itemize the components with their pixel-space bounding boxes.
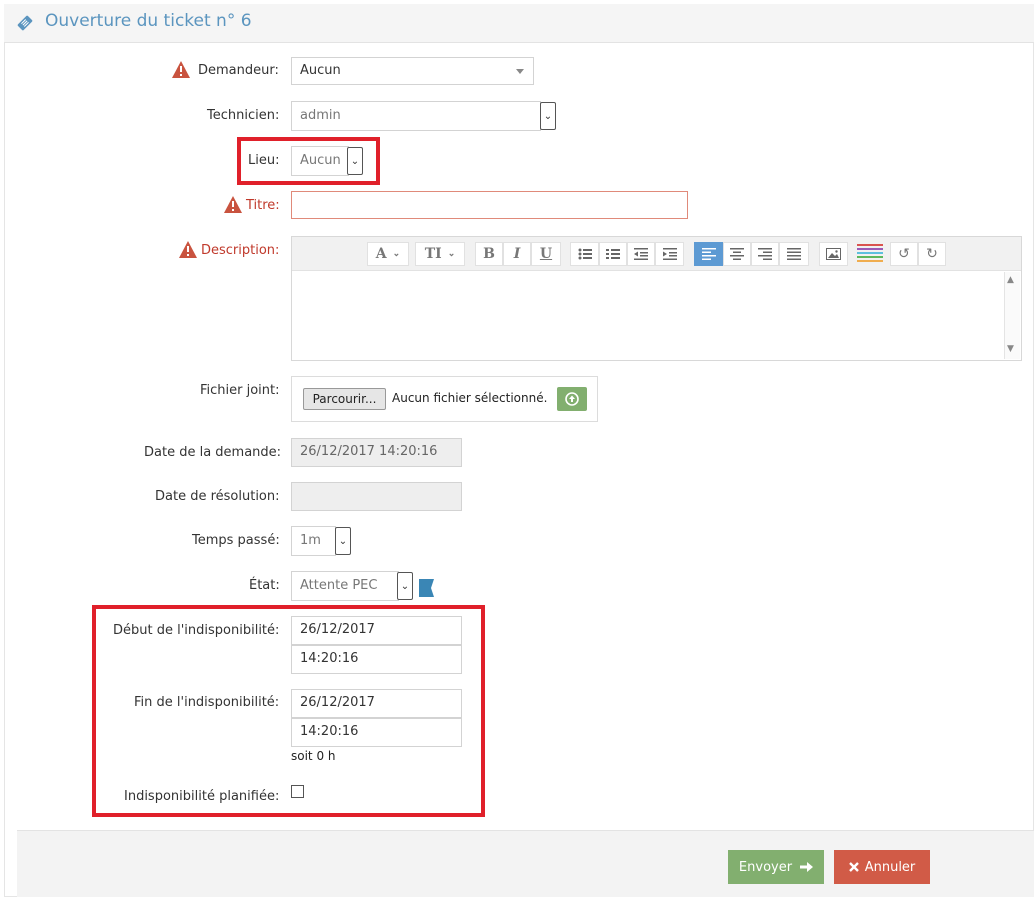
etat-value: Attente PEC (300, 578, 378, 593)
file-status: Aucun fichier sélectionné. (392, 391, 548, 405)
align-left-button[interactable] (694, 242, 723, 266)
warning-icon (172, 61, 190, 78)
undo-button[interactable]: ↺ (890, 242, 918, 266)
indent-icon (662, 248, 677, 260)
technicien-value: admin (300, 108, 341, 123)
send-label: Envoyer (738, 859, 793, 875)
scroll-up-icon[interactable]: ▲ (1007, 275, 1014, 285)
titre-input[interactable] (291, 191, 688, 219)
numbered-list-icon (606, 249, 620, 259)
description-label: Description: (201, 243, 280, 258)
demandeur-value: Aucun (300, 63, 341, 78)
align-right-button[interactable] (751, 242, 779, 266)
lieu-select[interactable]: Aucun (291, 146, 349, 176)
italic-icon: I (513, 246, 521, 262)
chevron-down-icon: ⌄ (543, 110, 553, 122)
indent-button[interactable] (655, 242, 684, 266)
fichier-label: Fichier joint: (200, 383, 280, 398)
chevron-down-icon: ⌄ (400, 580, 410, 592)
page-title: Ouverture du ticket n° 6 (45, 11, 252, 31)
undo-icon: ↺ (898, 246, 910, 262)
fin-time-value: 14:20:16 (300, 724, 359, 739)
align-right-icon (758, 248, 772, 260)
duration-text: soit 0 h (291, 749, 336, 763)
italic-button[interactable]: I (503, 242, 531, 266)
fin-date-value: 26/12/2017 (300, 695, 375, 710)
align-center-button[interactable] (723, 242, 751, 266)
temps-passe-value: 1m (300, 533, 321, 548)
fin-date-input[interactable]: 26/12/2017 (291, 689, 462, 718)
warning-icon (224, 196, 242, 213)
font-size-icon: TI (424, 246, 442, 262)
bullet-list-button[interactable] (570, 242, 599, 266)
technicien-select[interactable]: admin (291, 101, 541, 131)
temps-passe-select[interactable]: 1m (291, 526, 336, 556)
demandeur-select[interactable]: Aucun (291, 57, 534, 85)
scroll-down-icon[interactable]: ▼ (1007, 344, 1014, 354)
debut-date-input[interactable]: 26/12/2017 (291, 616, 462, 645)
outdent-icon (634, 248, 648, 260)
cancel-label: Annuler (864, 859, 916, 875)
align-left-icon (701, 248, 716, 260)
underline-icon: U (539, 246, 553, 262)
chevron-down-icon: ⌄ (392, 249, 401, 259)
chevron-down-icon: ⌄ (447, 249, 456, 259)
date-demande-field: 26/12/2017 14:20:16 (291, 438, 462, 467)
send-button[interactable]: Envoyer (728, 850, 824, 884)
chevron-down-icon: ⌄ (350, 155, 360, 167)
etat-label: État: (249, 578, 280, 593)
temps-passe-dropdown-button[interactable]: ⌄ (335, 527, 351, 555)
lieu-dropdown-button[interactable]: ⌄ (347, 147, 363, 175)
technicien-dropdown-button[interactable]: ⌄ (540, 102, 556, 130)
date-resolution-label: Date de résolution: (155, 489, 280, 504)
align-center-icon (730, 248, 744, 260)
browse-button[interactable]: Parcourir... (303, 388, 386, 410)
titre-label: Titre: (246, 198, 280, 213)
outdent-button[interactable] (627, 242, 655, 266)
color-palette-icon (857, 244, 883, 262)
fin-label: Fin de l'indisponibilité: (134, 695, 280, 710)
redo-button[interactable]: ↻ (918, 242, 946, 266)
fin-time-input[interactable]: 14:20:16 (291, 718, 462, 747)
date-resolution-field[interactable] (291, 482, 462, 511)
font-icon: A (375, 246, 387, 262)
font-size-button[interactable]: TI ⌄ (415, 242, 465, 266)
debut-time-value: 14:20:16 (300, 651, 359, 666)
upload-button[interactable] (557, 387, 587, 411)
date-demande-value: 26/12/2017 14:20:16 (300, 444, 438, 459)
chevron-down-icon: ⌄ (338, 535, 348, 547)
demandeur-label: Demandeur: (198, 63, 279, 78)
chevron-down-icon (516, 69, 524, 74)
upload-icon (565, 392, 579, 406)
debut-label: Début de l'indisponibilité: (113, 623, 280, 638)
etat-select[interactable]: Attente PEC (291, 571, 399, 601)
technicien-label: Technicien: (207, 108, 280, 123)
planifiee-label: Indisponibilité planifiée: (124, 789, 280, 804)
planifiee-checkbox[interactable] (291, 785, 304, 798)
date-demande-label: Date de la demande: (144, 445, 282, 460)
etat-dropdown-button[interactable]: ⌄ (397, 572, 413, 600)
temps-passe-label: Temps passé: (192, 533, 280, 548)
ticket-icon (17, 15, 33, 31)
debut-time-input[interactable]: 14:20:16 (291, 645, 462, 674)
bullet-list-icon (578, 248, 592, 260)
warning-icon (179, 241, 197, 258)
cancel-button[interactable]: Annuler (834, 850, 930, 884)
image-icon (826, 248, 841, 260)
lieu-label: Lieu: (248, 153, 280, 168)
lieu-value: Aucun (300, 153, 341, 168)
insert-image-button[interactable] (819, 242, 848, 266)
numbered-list-button[interactable] (599, 242, 627, 266)
color-button[interactable] (852, 242, 888, 266)
bold-button[interactable]: B (475, 242, 503, 266)
font-family-button[interactable]: A ⌄ (367, 242, 409, 266)
redo-icon: ↻ (926, 246, 938, 262)
align-justify-icon (787, 248, 801, 260)
align-justify-button[interactable] (779, 242, 809, 266)
arrow-right-icon (800, 862, 814, 872)
debut-date-value: 26/12/2017 (300, 622, 375, 637)
close-icon (848, 862, 859, 872)
underline-button[interactable]: U (531, 242, 561, 266)
bold-icon: B (483, 246, 495, 262)
